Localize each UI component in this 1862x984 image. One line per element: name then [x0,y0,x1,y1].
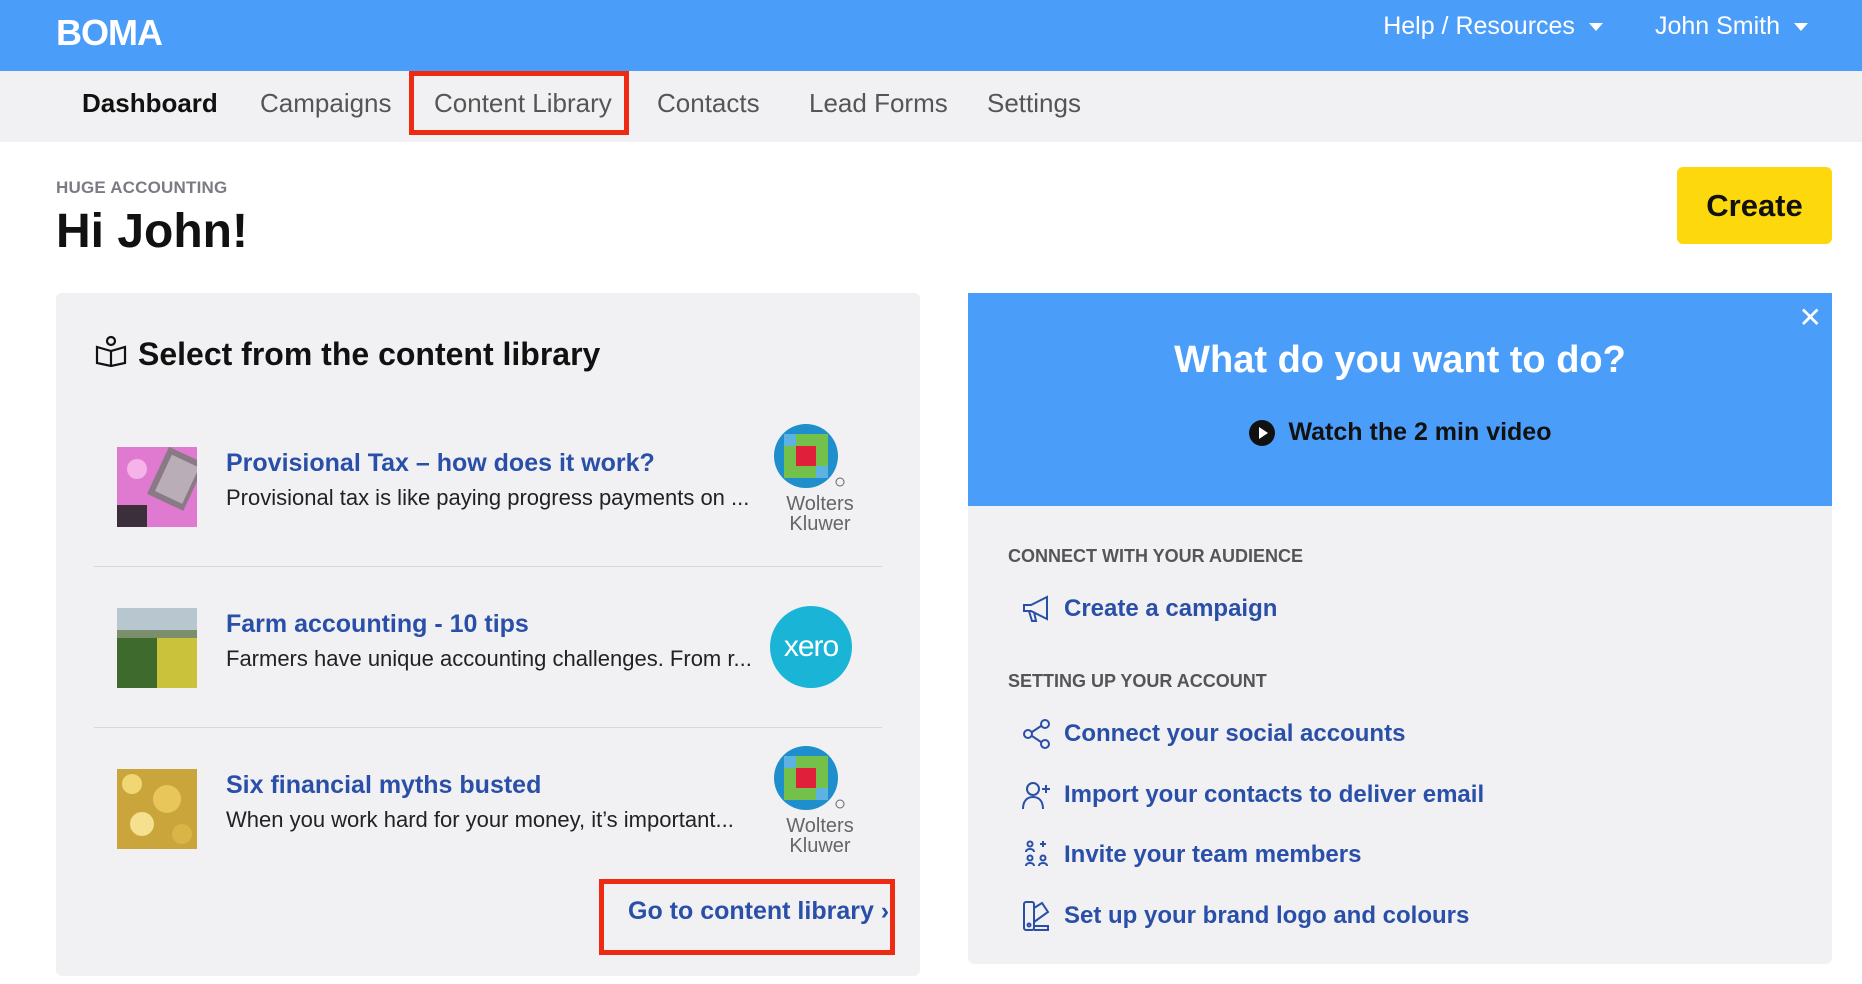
megaphone-icon [1020,592,1054,626]
create-button[interactable]: Create [1677,167,1832,244]
wolters-kluwer-logo: Wolters Kluwer [770,744,870,864]
section-label-connect: CONNECT WITH YOUR AUDIENCE [1008,546,1304,566]
top-bar: BOMA Help / Resources John Smith [0,0,1862,71]
watch-video-link[interactable]: Watch the 2 min video [968,418,1832,447]
article-thumbnail-gold-glitter [117,769,197,849]
tab-contacts[interactable]: Contacts [657,88,760,119]
library-item-description: Farmers have unique accounting challenge… [226,646,752,671]
tab-content-library[interactable]: Content Library [434,88,612,119]
brand-logo-label: Set up your brand logo and colours [1064,902,1470,929]
close-icon[interactable]: ✕ [1799,301,1822,334]
tab-settings[interactable]: Settings [987,88,1081,119]
library-item-description: When you work hard for your money, it’s … [226,807,734,832]
article-thumbnail-farm-field [117,608,197,688]
what-to-do-banner: ✕ What do you want to do? Watch the 2 mi… [968,293,1832,506]
page-title: Hi John! [56,205,248,258]
content-library-card: Select from the content library Provisio… [56,293,920,976]
palette-swatch-icon [1020,899,1054,933]
invite-team-label: Invite your team members [1064,841,1362,868]
invite-team-members-link[interactable]: Invite your team members [1020,838,1361,872]
wolters-kluwer-logo: Wolters Kluwer [770,422,870,542]
help-resources-dropdown[interactable]: Help / Resources [1383,12,1603,41]
chevron-down-icon [1794,22,1808,31]
watch-video-label: Watch the 2 min video [1288,418,1552,446]
content-library-heading: Select from the content library [94,333,600,375]
book-hand-icon [94,333,128,375]
organization-name: HUGE ACCOUNTING [56,178,228,197]
wolters-kluwer-label: Wolters Kluwer [770,816,870,856]
main-nav: Dashboard Campaigns Content Library Cont… [0,71,1862,142]
article-thumbnail-pink-laptop [117,447,197,527]
section-label-setup: SETTING UP YOUR ACCOUNT [1008,671,1267,691]
what-to-do-title: What do you want to do? [1174,339,1626,381]
team-icon [1020,838,1054,872]
user-name-label: John Smith [1654,12,1780,40]
kluwer-text: Kluwer [789,513,851,535]
connect-social-label: Connect your social accounts [1064,720,1406,747]
xero-logo: xero [770,606,852,688]
create-campaign-link[interactable]: Create a campaign [1020,592,1277,626]
import-contacts-link[interactable]: Import your contacts to deliver email [1020,778,1484,812]
play-icon [1249,419,1276,446]
tab-campaigns[interactable]: Campaigns [260,88,392,119]
wolters-text: Wolters [786,493,854,515]
content-library-title: Select from the content library [138,335,601,372]
tab-dashboard[interactable]: Dashboard [82,88,218,119]
wolters-kluwer-label: Wolters Kluwer [770,494,870,534]
boma-logo[interactable]: BOMA [56,12,163,54]
chevron-down-icon [1588,22,1603,31]
top-menu: Help / Resources John Smith [1383,12,1808,41]
kluwer-text: Kluwer [789,835,851,857]
user-menu-dropdown[interactable]: John Smith [1655,12,1808,41]
library-item-title[interactable]: Farm accounting - 10 tips [226,610,529,639]
what-to-do-card: ✕ What do you want to do? Watch the 2 mi… [968,293,1832,964]
library-item-title[interactable]: Six financial myths busted [226,771,541,800]
go-to-content-library-link[interactable]: Go to content library › [628,897,889,926]
library-item-title[interactable]: Provisional Tax – how does it work? [226,449,655,478]
wolters-text: Wolters [786,815,854,837]
create-campaign-label: Create a campaign [1064,595,1278,622]
library-item[interactable]: Provisional Tax – how does it work? Prov… [94,406,882,567]
brand-logo-colours-link[interactable]: Set up your brand logo and colours [1020,899,1469,933]
library-item[interactable]: Six financial myths busted When you work… [94,728,882,888]
connect-social-accounts-link[interactable]: Connect your social accounts [1020,717,1405,751]
library-item-description: Provisional tax is like paying progress … [226,485,750,510]
tab-lead-forms[interactable]: Lead Forms [809,88,948,119]
help-resources-label: Help / Resources [1383,12,1575,40]
add-user-icon [1020,778,1054,812]
share-icon [1020,717,1054,751]
library-item[interactable]: Farm accounting - 10 tips Farmers have u… [94,567,882,728]
import-contacts-label: Import your contacts to deliver email [1064,781,1485,808]
